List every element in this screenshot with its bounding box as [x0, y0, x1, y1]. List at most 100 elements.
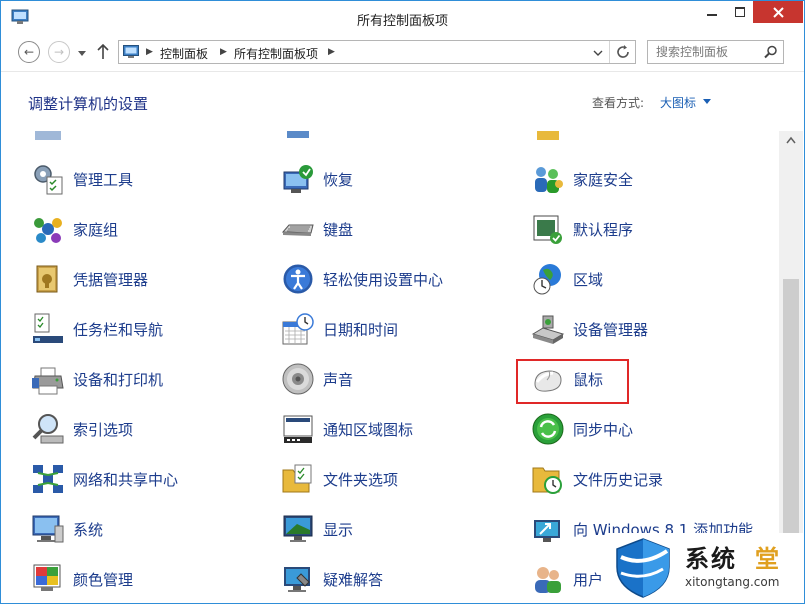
address-dropdown-icon[interactable] — [593, 49, 603, 57]
breadcrumb-all-items[interactable]: 所有控制面板项 — [234, 45, 318, 62]
view-by-chevron-down-icon[interactable] — [703, 99, 711, 105]
list-item-date-time[interactable]: 日期和时间 — [281, 309, 398, 349]
notification-icons-icon — [283, 415, 313, 443]
watermark-title: 系统 — [685, 545, 737, 573]
highlight-box — [516, 359, 629, 404]
recent-locations-icon[interactable] — [78, 49, 86, 57]
item-label: 显示 — [323, 520, 354, 539]
title-bar: 所有控制面板项 — [1, 1, 804, 35]
item-label: 索引选项 — [73, 420, 134, 439]
list-item-device-manager[interactable]: 设备管理器 — [531, 309, 648, 349]
system-icon — [32, 515, 64, 543]
list-item-sound[interactable]: 声音 — [281, 359, 353, 399]
list-item-ease-of-access[interactable]: 轻松使用设置中心 — [281, 259, 443, 299]
scroll-up-icon[interactable] — [786, 136, 796, 144]
item-label: 区域 — [573, 270, 604, 289]
list-item-family-safety[interactable]: 家庭安全 — [531, 159, 633, 199]
list-item-partial[interactable] — [531, 131, 573, 149]
breadcrumb-separator-icon[interactable]: ▶ — [146, 47, 153, 57]
item-label: 家庭组 — [73, 220, 119, 239]
list-item-partial[interactable] — [31, 131, 73, 149]
breadcrumb-control-panel[interactable]: 控制面板 — [160, 45, 208, 62]
list-item-user-accounts[interactable]: 用户 — [531, 559, 603, 599]
item-label: 日期和时间 — [323, 320, 399, 339]
forward-button[interactable]: → — [48, 41, 70, 63]
list-item-partial[interactable] — [281, 131, 323, 149]
list-item-system[interactable]: 系统 — [31, 509, 103, 549]
sound-icon — [282, 363, 314, 395]
list-item-taskbar-navigation[interactable]: 任务栏和导航 — [31, 309, 163, 349]
color-management-icon — [33, 564, 61, 591]
region-icon — [533, 264, 561, 295]
family-safety-icon — [535, 167, 563, 193]
list-item-notification-icons[interactable]: 通知区域图标 — [281, 409, 413, 449]
ease-of-access-icon — [282, 263, 314, 295]
admin-tools-icon — [34, 165, 63, 195]
page-title: 调整计算机的设置 — [28, 95, 149, 113]
add-features-icon — [534, 520, 560, 542]
item-label: 键盘 — [323, 220, 354, 239]
search-box[interactable] — [647, 40, 784, 64]
control-panel-window: 所有控制面板项 ← → ▶ 控制面板 ▶ 所有控制面板项 ▶ 搜索控制面板 调整… — [0, 0, 805, 604]
keyboard-icon — [281, 224, 314, 236]
list-item-admin-tools[interactable]: 管理工具 — [31, 159, 133, 199]
list-item-folder-options[interactable]: 文件夹选项 — [281, 459, 398, 499]
item-label: 文件历史记录 — [573, 470, 664, 489]
list-item-default-programs[interactable]: 默认程序 — [531, 209, 633, 249]
item-label: 声音 — [323, 370, 354, 389]
list-item-color-management[interactable]: 颜色管理 — [31, 559, 133, 599]
search-input[interactable] — [648, 41, 768, 63]
indexing-icon — [32, 414, 64, 444]
minimize-icon — [707, 14, 717, 16]
list-item-indexing-options[interactable]: 索引选项 — [31, 409, 133, 449]
refresh-icon[interactable] — [615, 44, 631, 60]
partial-item-icon — [287, 131, 309, 138]
troubleshooting-icon — [284, 567, 310, 592]
close-button[interactable] — [753, 1, 803, 23]
list-item-troubleshooting[interactable]: 疑难解答 — [281, 559, 383, 599]
device-manager-icon — [531, 315, 565, 344]
maximize-button[interactable] — [727, 1, 753, 23]
close-icon — [772, 6, 784, 18]
item-label: 设备管理器 — [573, 320, 649, 339]
search-icon[interactable] — [764, 45, 778, 59]
up-arrow-icon[interactable] — [96, 44, 110, 60]
minimize-button[interactable] — [697, 1, 727, 23]
homegroup-icon — [34, 218, 62, 243]
list-item-file-history[interactable]: 文件历史记录 — [531, 459, 663, 499]
list-item-recovery[interactable]: 恢复 — [281, 159, 353, 199]
partial-item-icon — [35, 131, 61, 140]
address-divider — [609, 41, 610, 63]
item-label: 通知区域图标 — [323, 420, 414, 439]
forward-arrow-icon: → — [53, 45, 65, 59]
list-item-homegroup[interactable]: 家庭组 — [31, 209, 118, 249]
default-programs-icon — [533, 215, 562, 244]
breadcrumb-separator-icon[interactable]: ▶ — [328, 47, 335, 57]
list-item-network-sharing[interactable]: 网络和共享中心 — [31, 459, 178, 499]
site-watermark: 系统 堂 xitongtang.com — [605, 533, 804, 603]
window-title: 所有控制面板项 — [356, 14, 448, 29]
taskbar-icon — [33, 313, 63, 343]
list-item-region[interactable]: 区域 — [531, 259, 603, 299]
address-bar[interactable]: ▶ 控制面板 ▶ 所有控制面板项 ▶ — [118, 40, 636, 64]
item-label: 网络和共享中心 — [73, 470, 179, 489]
control-panel-small-icon — [123, 45, 139, 58]
back-button[interactable]: ← — [18, 41, 40, 63]
folder-options-icon — [282, 464, 312, 493]
list-item-sync-center[interactable]: 同步中心 — [531, 409, 633, 449]
list-item-display[interactable]: 显示 — [281, 509, 353, 549]
sync-center-icon — [532, 413, 564, 445]
list-item-keyboard[interactable]: 键盘 — [281, 209, 353, 249]
maximize-icon — [735, 7, 745, 17]
list-item-devices-printers[interactable]: 设备和打印机 — [31, 359, 163, 399]
breadcrumb-separator-icon[interactable]: ▶ — [220, 47, 227, 57]
shield-logo-icon — [616, 538, 670, 598]
credential-manager-icon — [36, 265, 58, 293]
list-item-credential-manager[interactable]: 凭据管理器 — [31, 259, 148, 299]
file-history-icon — [532, 467, 562, 494]
date-time-icon — [282, 313, 314, 345]
item-label: 凭据管理器 — [73, 270, 149, 289]
watermark-title-accent: 堂 — [755, 545, 779, 573]
network-icon — [33, 465, 63, 493]
view-by-dropdown[interactable]: 大图标 — [660, 94, 696, 111]
